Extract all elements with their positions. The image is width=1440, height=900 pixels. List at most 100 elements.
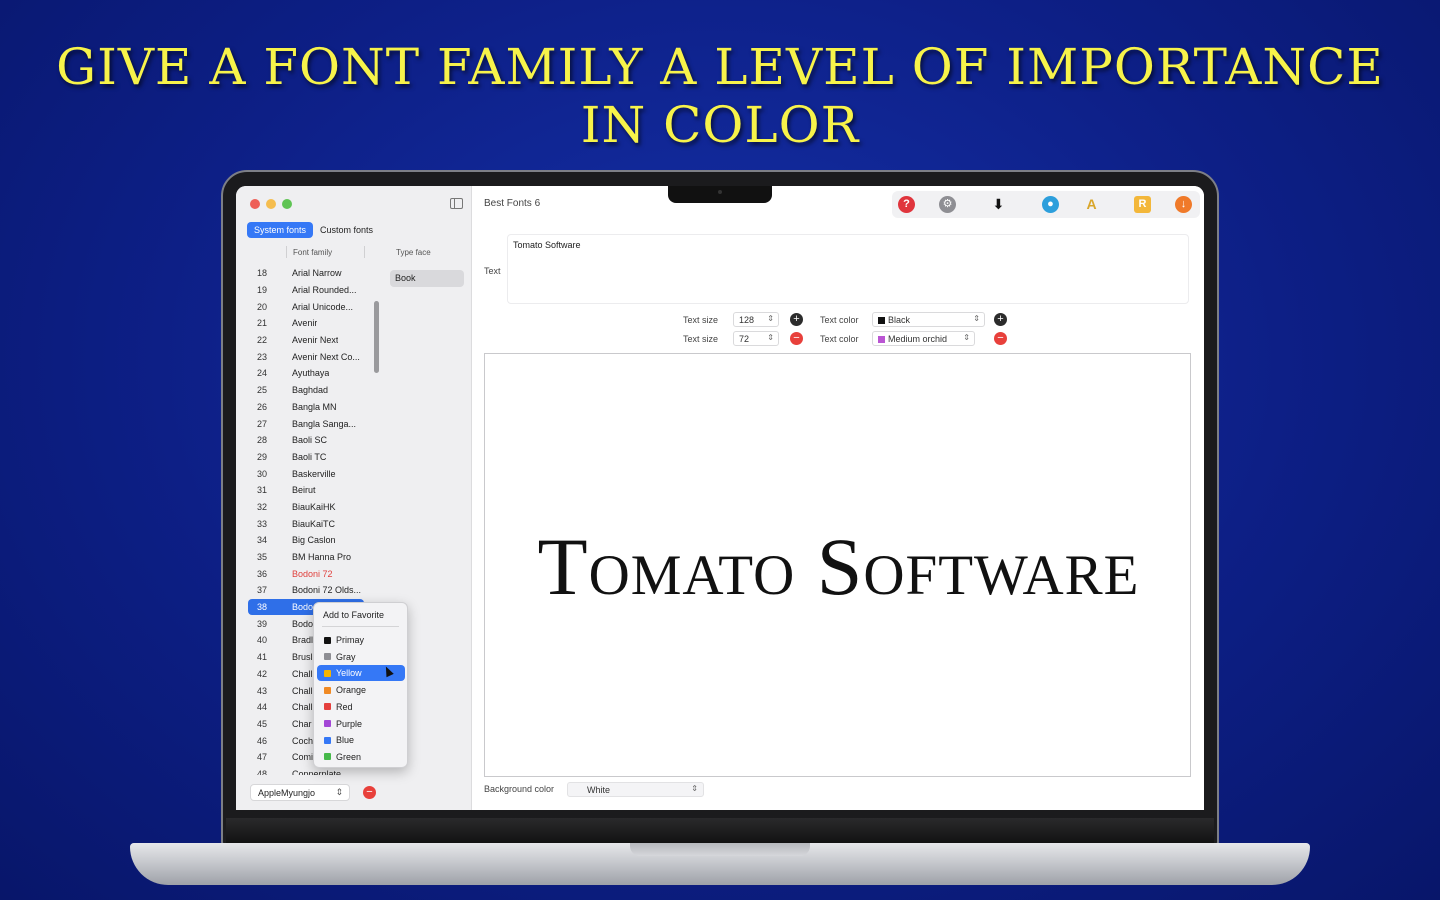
font-name: Arial Rounded... xyxy=(292,285,357,296)
text-color-select[interactable]: Medium orchid ⇕ xyxy=(872,331,975,346)
menu-item-red[interactable]: Red xyxy=(317,699,405,715)
font-list-item[interactable]: 19 Arial Rounded... xyxy=(248,282,364,299)
app-window: System fonts Custom fonts Font family Ty… xyxy=(236,186,1204,810)
font-list-item[interactable]: 37 Bodoni 72 Olds... xyxy=(248,582,364,599)
remove-text-row-button[interactable]: − xyxy=(790,332,803,345)
remove-color-button[interactable]: − xyxy=(994,332,1007,345)
font-list-item[interactable]: 33 BiauKaiTC xyxy=(248,515,364,532)
font-name: Avenir xyxy=(292,318,318,329)
background-color-select[interactable]: White ⇕ xyxy=(567,782,704,797)
font-list-scrollbar[interactable] xyxy=(374,301,379,373)
menu-item-green[interactable]: Green xyxy=(317,749,405,765)
menu-item-label: Primay xyxy=(336,635,365,645)
text-size-value: 72 xyxy=(739,334,750,344)
export-document-icon[interactable]: ⬇ xyxy=(990,196,1007,213)
font-list-item[interactable]: 28 Baoli SC xyxy=(248,432,364,449)
settings-icon[interactable]: ⚙ xyxy=(939,196,956,213)
font-name: Chall xyxy=(292,685,313,696)
minimize-window-button[interactable] xyxy=(266,199,276,209)
text-size-select[interactable]: 128 ⇕ xyxy=(733,312,779,327)
font-index: 47 xyxy=(256,752,267,763)
menu-item-label: Blue xyxy=(336,735,355,746)
headline-line-1: GIVE A FONT FAMILY A LEVEL OF IMPORTANCE xyxy=(56,38,1384,96)
font-name: Bodoni 72 Olds... xyxy=(292,585,362,596)
font-name: Avenir Next xyxy=(292,335,339,346)
font-list-item[interactable]: 22 Avenir Next xyxy=(248,332,364,349)
column-header-type-face[interactable]: Type face xyxy=(396,248,431,257)
menu-item-label: Gray xyxy=(336,651,356,662)
color-drop-icon[interactable]: ● xyxy=(1042,196,1059,213)
zoom-window-button[interactable] xyxy=(282,199,292,209)
font-list-item[interactable]: 21 Avenir xyxy=(248,315,364,332)
add-text-row-button[interactable]: + xyxy=(790,313,803,326)
font-list-item[interactable]: 34 Big Caslon xyxy=(248,532,364,549)
font-list-item[interactable]: 36 Bodoni 72 xyxy=(248,565,364,582)
color-swatch xyxy=(324,653,331,661)
font-index: 30 xyxy=(256,468,267,479)
font-list-item[interactable]: 31 Beirut xyxy=(248,482,364,499)
font-list-item[interactable]: 35 BM Hanna Pro xyxy=(248,549,364,566)
text-input[interactable]: Tomato Software xyxy=(507,234,1189,304)
font-index: 20 xyxy=(256,301,267,312)
font-list-item[interactable]: 32 BiauKaiHK xyxy=(248,499,364,516)
column-header-font-family[interactable]: Font family xyxy=(293,248,332,257)
menu-item-gray[interactable]: Gray xyxy=(317,649,405,665)
chevron-updown-icon: ⇕ xyxy=(767,314,774,323)
font-list-item[interactable]: 26 Bangla MN xyxy=(248,399,364,416)
font-name: Avenir Next Co... xyxy=(292,351,360,362)
font-name: Bangla Sanga... xyxy=(292,418,357,429)
menu-item-orange[interactable]: Orange xyxy=(317,682,405,698)
font-name: Brusl xyxy=(292,652,313,663)
column-divider xyxy=(364,246,365,258)
font-list-item[interactable]: 20 Arial Unicode... xyxy=(248,298,364,315)
close-window-button[interactable] xyxy=(250,199,260,209)
font-name: Bodoni 72 xyxy=(292,568,333,579)
font-index: 41 xyxy=(256,652,267,663)
font-name: Bradl xyxy=(292,635,314,646)
font-index: 42 xyxy=(256,668,267,679)
font-list-item[interactable]: 24 Ayuthaya xyxy=(248,365,364,382)
font-list-item[interactable]: 27 Bangla Sanga... xyxy=(248,415,364,432)
font-name: BiauKaiHK xyxy=(292,501,336,512)
tab-custom-fonts[interactable]: Custom fonts xyxy=(313,222,380,238)
font-name: Bodo xyxy=(292,618,314,629)
preview-text: Tomato Software xyxy=(537,521,1140,612)
font-list-item[interactable]: 25 Baghdad xyxy=(248,382,364,399)
font-list-item[interactable]: 23 Avenir Next Co... xyxy=(248,348,364,365)
add-color-button[interactable]: + xyxy=(994,313,1007,326)
sidebar-toggle-icon[interactable] xyxy=(450,198,463,209)
text-size-select[interactable]: 72 ⇕ xyxy=(733,331,779,346)
font-index: 24 xyxy=(256,368,267,379)
font-name: Ayuthaya xyxy=(292,368,330,379)
font-name: Baghdad xyxy=(292,385,329,396)
font-index: 18 xyxy=(256,268,267,279)
headline: GIVE A FONT FAMILY A LEVEL OF IMPORTANCE… xyxy=(0,38,1440,154)
menu-item-purple[interactable]: Purple xyxy=(317,716,405,732)
text-color-select[interactable]: Black ⇕ xyxy=(872,312,985,327)
font-list-item[interactable]: 29 Baoli TC xyxy=(248,449,364,466)
menu-item-primay[interactable]: Primay xyxy=(317,632,405,648)
remove-font-button[interactable]: − xyxy=(363,786,376,799)
font-name: Baoli SC xyxy=(292,435,328,446)
font-index: 25 xyxy=(256,385,267,396)
font-list-item[interactable]: 30 Baskerville xyxy=(248,465,364,482)
font-index: 34 xyxy=(256,535,267,546)
background-color-label: Background color xyxy=(484,784,555,794)
help-icon[interactable]: ? xyxy=(898,196,915,213)
sidebar: System fonts Custom fonts Font family Ty… xyxy=(236,186,472,810)
tab-system-fonts[interactable]: System fonts xyxy=(247,222,314,238)
color-swatch xyxy=(878,317,885,324)
font-index: 22 xyxy=(256,335,267,346)
menu-item-blue[interactable]: Blue xyxy=(317,732,405,748)
font-index: 45 xyxy=(256,718,267,729)
font-a-icon[interactable]: A xyxy=(1083,196,1100,213)
font-select[interactable]: AppleMyungjo ⇕ xyxy=(250,784,350,801)
font-select-value: AppleMyungjo xyxy=(258,788,316,798)
typeface-item[interactable]: Book xyxy=(390,270,464,287)
font-index: 36 xyxy=(256,568,267,579)
font-index: 38 xyxy=(256,602,267,613)
font-list-item[interactable]: 18 Arial Narrow xyxy=(248,265,364,282)
font-index: 40 xyxy=(256,635,267,646)
download-icon[interactable]: ↓ xyxy=(1175,196,1192,213)
rate-icon[interactable]: R xyxy=(1134,196,1151,213)
